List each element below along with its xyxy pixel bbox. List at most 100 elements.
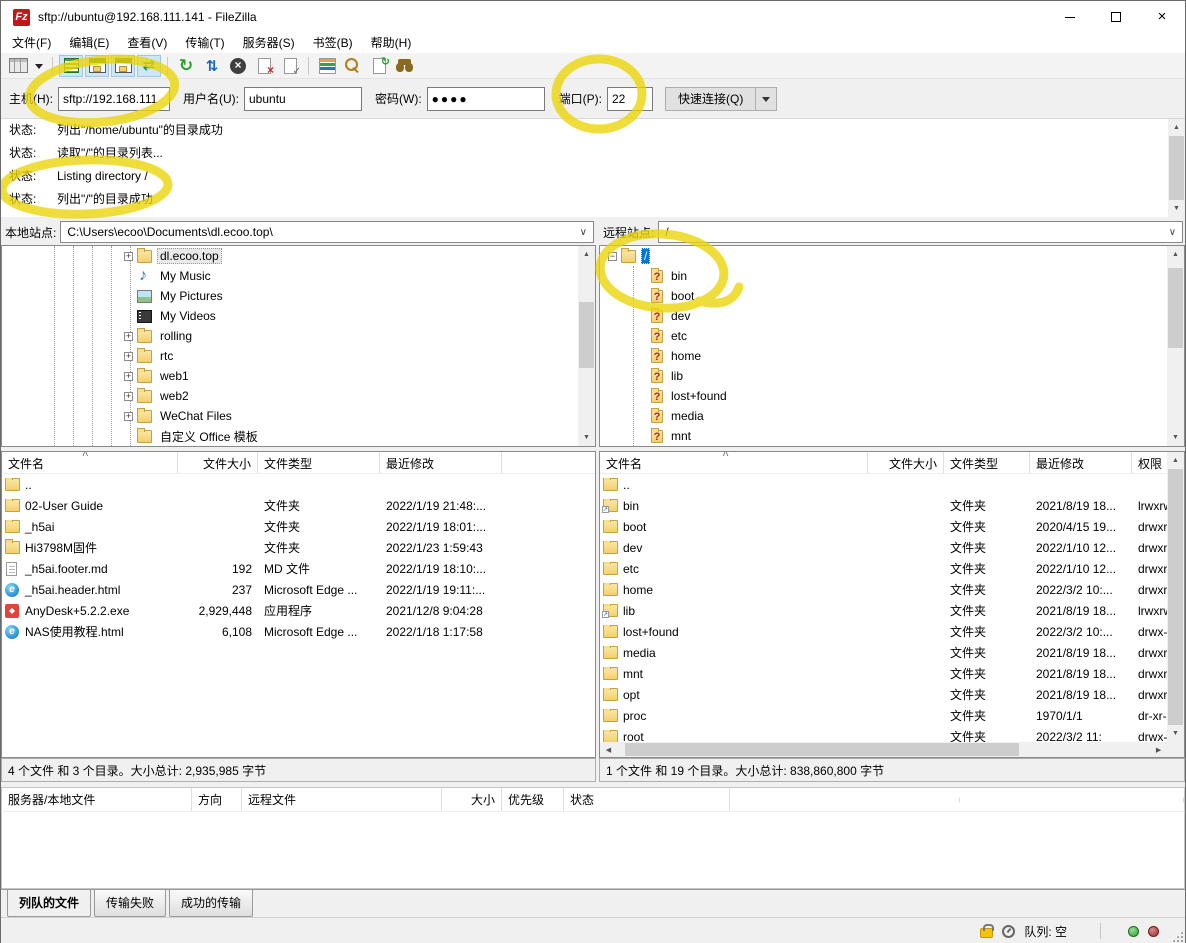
directory-comparison-icon[interactable] <box>315 55 339 77</box>
speed-limit-icon[interactable] <box>1002 925 1015 938</box>
expand-icon[interactable]: + <box>124 412 133 421</box>
remote-tree-scrollbar[interactable]: ▲ ▼ <box>1167 246 1184 446</box>
scroll-up-icon[interactable]: ▲ <box>1167 246 1184 263</box>
file-row[interactable]: dev文件夹2022/1/10 12...drwxr-: <box>600 537 1184 558</box>
file-row[interactable]: Hi3798M固件文件夹2022/1/23 1:59:43 <box>2 537 595 558</box>
scroll-left-icon[interactable]: ◀ <box>600 742 617 757</box>
scrollbar-thumb[interactable] <box>579 302 594 368</box>
file-row[interactable]: opt文件夹2021/8/19 18...drwxr-: <box>600 684 1184 705</box>
host-input[interactable] <box>58 87 170 111</box>
column-header[interactable]: 文件类型 <box>944 452 1030 473</box>
scroll-down-icon[interactable]: ▼ <box>1168 200 1185 217</box>
file-row[interactable]: AnyDesk+5.2.2.exe2,929,448应用程序2021/12/8 … <box>2 600 595 621</box>
tree-item[interactable]: 自定义 Office 模板 <box>2 426 595 446</box>
local-site-combo[interactable]: C:\Users\ecoo\Documents\dl.ecoo.top\ ∨ <box>60 221 594 243</box>
expand-icon[interactable]: + <box>124 392 133 401</box>
reconnect-icon[interactable] <box>278 55 302 77</box>
scrollbar-thumb[interactable] <box>625 743 1019 756</box>
cancel-icon[interactable] <box>226 55 250 77</box>
tree-item[interactable]: boot <box>600 286 1184 306</box>
tree-item[interactable]: +WeChat Files <box>2 406 595 426</box>
file-row[interactable]: 02-User Guide文件夹2022/1/19 21:48:... <box>2 495 595 516</box>
file-row[interactable]: .. <box>2 474 595 495</box>
menu-item[interactable]: 服务器(S) <box>234 33 304 53</box>
maximize-button[interactable] <box>1093 1 1139 33</box>
queue-column-header[interactable] <box>730 797 960 803</box>
toggle-remote-tree-icon[interactable] <box>111 55 135 77</box>
scroll-down-icon[interactable]: ▼ <box>1167 429 1184 446</box>
scroll-down-icon[interactable]: ▼ <box>1167 725 1184 742</box>
expand-icon[interactable]: + <box>124 352 133 361</box>
username-input[interactable] <box>244 87 362 111</box>
search-icon[interactable] <box>393 55 417 77</box>
filter-icon[interactable] <box>200 55 224 77</box>
message-log-scrollbar[interactable]: ▲ ▼ <box>1168 119 1185 217</box>
site-manager-icon[interactable] <box>6 55 30 77</box>
scroll-right-icon[interactable]: ▶ <box>1150 742 1167 757</box>
column-header[interactable]: 最近修改 <box>1030 452 1132 473</box>
file-row[interactable]: media文件夹2021/8/19 18...drwxr-: <box>600 642 1184 663</box>
close-button[interactable]: × <box>1139 1 1185 33</box>
scrollbar-thumb[interactable] <box>1169 136 1184 200</box>
collapse-icon[interactable]: − <box>608 252 617 261</box>
file-row[interactable]: boot文件夹2020/4/15 19...drwxr-: <box>600 516 1184 537</box>
scroll-up-icon[interactable]: ▲ <box>1167 452 1184 469</box>
tree-item[interactable]: dev <box>600 306 1184 326</box>
remote-list-scrollbar[interactable]: ▲ ▼ <box>1167 452 1184 742</box>
file-row[interactable]: ↗bin文件夹2021/8/19 18...lrwxrw: <box>600 495 1184 516</box>
file-row[interactable]: NAS使用教程.html6,108Microsoft Edge ...2022/… <box>2 621 595 642</box>
disconnect-icon[interactable] <box>252 55 276 77</box>
file-row[interactable]: ↗lib文件夹2021/8/19 18...lrwxrw: <box>600 600 1184 621</box>
tree-item[interactable]: bin <box>600 266 1184 286</box>
toggle-local-tree-icon[interactable] <box>85 55 109 77</box>
file-row[interactable]: home文件夹2022/3/2 10:...drwxr-: <box>600 579 1184 600</box>
tab-列队的文件[interactable]: 列队的文件 <box>7 890 91 917</box>
tree-item[interactable]: My Music <box>2 266 595 286</box>
find-files-icon[interactable] <box>341 55 365 77</box>
scroll-down-icon[interactable]: ▼ <box>578 429 595 446</box>
toggle-message-log-icon[interactable] <box>59 55 83 77</box>
tree-item[interactable]: +web2 <box>2 386 595 406</box>
file-row[interactable]: proc文件夹1970/1/1dr-xr-x <box>600 705 1184 726</box>
file-row[interactable]: _h5ai文件夹2022/1/19 18:01:... <box>2 516 595 537</box>
column-header[interactable]: 文件名ᐱ <box>2 452 178 473</box>
minimize-button[interactable] <box>1047 1 1093 33</box>
menu-item[interactable]: 文件(F) <box>3 33 60 53</box>
menu-item[interactable]: 帮助(H) <box>362 33 421 53</box>
tree-item[interactable]: mnt <box>600 426 1184 446</box>
resize-grip[interactable] <box>1172 931 1183 942</box>
column-header[interactable]: 文件类型 <box>258 452 380 473</box>
remote-list-hscrollbar[interactable]: ◀ ▶ <box>600 742 1167 757</box>
toolbar-dropdown-icon[interactable] <box>32 55 46 77</box>
menu-item[interactable]: 传输(T) <box>176 33 233 53</box>
file-row[interactable]: _h5ai.header.html237Microsoft Edge ...20… <box>2 579 595 600</box>
expand-icon[interactable]: + <box>124 252 133 261</box>
tree-item[interactable]: My Videos <box>2 306 595 326</box>
tree-item[interactable]: lost+found <box>600 386 1184 406</box>
queue-column-header[interactable]: 远程文件 <box>242 788 442 811</box>
file-row[interactable]: etc文件夹2022/1/10 12...drwxr-: <box>600 558 1184 579</box>
tree-item[interactable]: etc <box>600 326 1184 346</box>
queue-column-header[interactable]: 服务器/本地文件 <box>2 788 192 811</box>
menu-item[interactable]: 查看(V) <box>118 33 176 53</box>
password-input[interactable] <box>427 87 545 111</box>
tree-item[interactable]: home <box>600 346 1184 366</box>
file-row[interactable]: _h5ai.footer.md192MD 文件2022/1/19 18:10:.… <box>2 558 595 579</box>
queue-column-header[interactable]: 状态 <box>564 788 730 811</box>
tree-item[interactable]: +web1 <box>2 366 595 386</box>
tab-传输失败[interactable]: 传输失败 <box>94 890 166 917</box>
remote-site-combo[interactable]: / ∨ <box>658 221 1183 243</box>
tree-item[interactable]: +dl.ecoo.top <box>2 246 595 266</box>
chevron-down-icon[interactable]: ∨ <box>580 227 587 238</box>
queue-column-header[interactable]: 优先级 <box>502 788 564 811</box>
tree-item[interactable]: My Pictures <box>2 286 595 306</box>
queue-column-header[interactable]: 大小 <box>442 788 502 811</box>
synchronized-browsing-icon[interactable] <box>367 55 391 77</box>
chevron-down-icon[interactable]: ∨ <box>1169 227 1176 238</box>
column-header[interactable]: 文件名ᐱ <box>600 452 868 473</box>
scroll-up-icon[interactable]: ▲ <box>1168 119 1185 136</box>
column-header[interactable]: 文件大小 <box>868 452 944 473</box>
menu-item[interactable]: 编辑(E) <box>60 33 118 53</box>
file-row[interactable]: .. <box>600 474 1184 495</box>
column-header[interactable]: 最近修改 <box>380 452 502 473</box>
